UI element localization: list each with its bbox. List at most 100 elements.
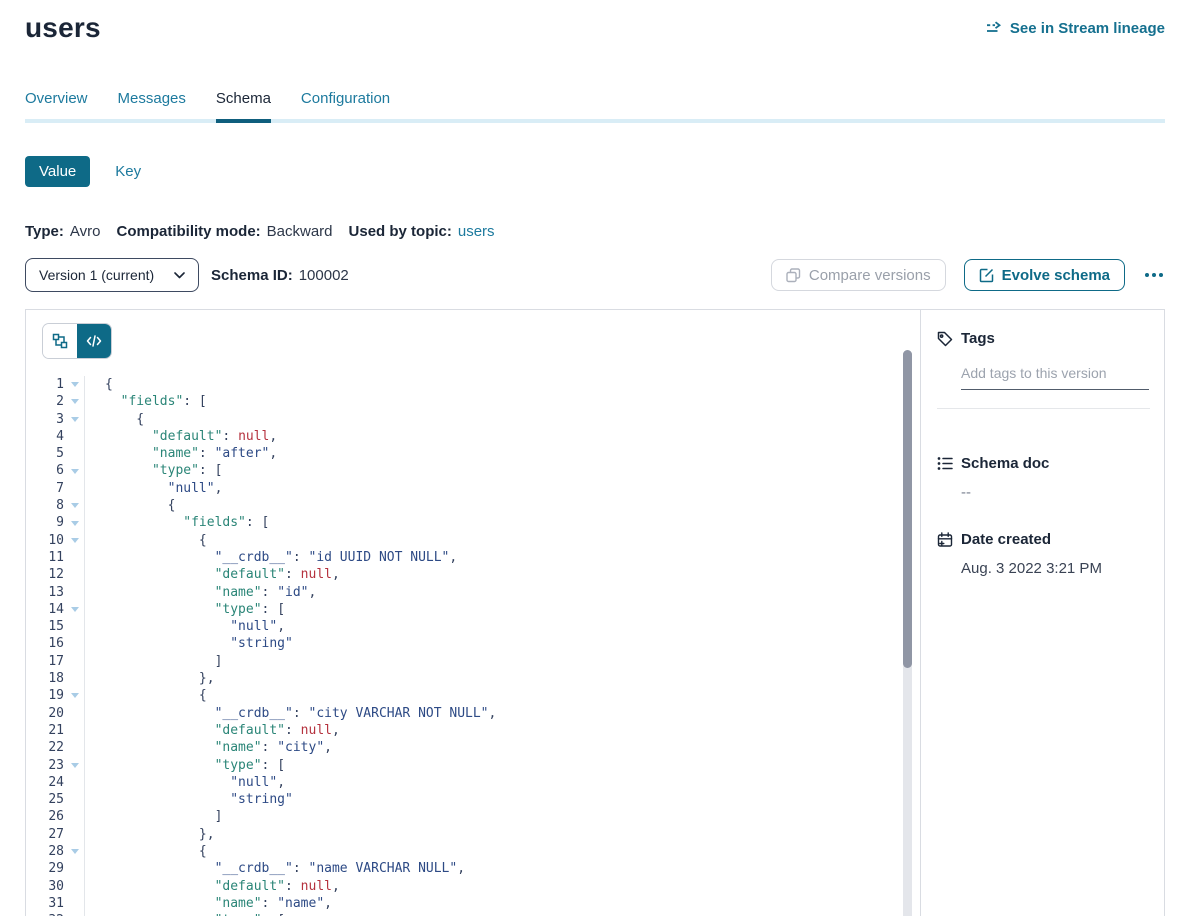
code-text: "name": "after", bbox=[85, 445, 277, 462]
view-mode-segmented-control bbox=[43, 324, 111, 358]
fold-spacer bbox=[64, 653, 85, 670]
tags-heading: Tags bbox=[961, 330, 995, 347]
tab-schema[interactable]: Schema bbox=[216, 90, 271, 123]
page-title: users bbox=[25, 12, 101, 44]
tab-bar: Overview Messages Schema Configuration bbox=[25, 90, 1165, 123]
line-number: 12 bbox=[26, 566, 64, 583]
compare-versions-button[interactable]: Compare versions bbox=[771, 259, 946, 291]
fold-spacer bbox=[64, 480, 85, 497]
fold-spacer bbox=[64, 584, 85, 601]
fold-arrow-icon[interactable] bbox=[64, 497, 85, 514]
code-line: 12 "default": null, bbox=[26, 566, 920, 583]
code-text: "string" bbox=[85, 791, 293, 808]
code-line: 7 "null", bbox=[26, 480, 920, 497]
fold-arrow-icon[interactable] bbox=[64, 514, 85, 531]
schema-page: users See in Stream lineage Overview Mes… bbox=[0, 0, 1189, 916]
tab-messages[interactable]: Messages bbox=[118, 90, 186, 123]
code-line: 24 "null", bbox=[26, 774, 920, 791]
code-line: 16 "string" bbox=[26, 635, 920, 652]
stream-lineage-link[interactable]: See in Stream lineage bbox=[986, 20, 1165, 37]
value-key-toggle: Value Key bbox=[25, 156, 1165, 187]
compatibility-value: Backward bbox=[267, 223, 333, 240]
line-number: 6 bbox=[26, 462, 64, 479]
code-text: "name": "city", bbox=[85, 739, 332, 756]
key-toggle-button[interactable]: Key bbox=[115, 163, 141, 180]
code-text: "string" bbox=[85, 635, 293, 652]
line-number: 17 bbox=[26, 653, 64, 670]
editor-scrollbar-thumb[interactable] bbox=[903, 350, 912, 668]
tags-heading-row: Tags bbox=[937, 330, 1150, 347]
schema-controls-row: Version 1 (current) Schema ID: 100002 Co… bbox=[25, 258, 1165, 292]
code-text: { bbox=[85, 376, 113, 393]
code-text: "__crdb__": "name VARCHAR NULL", bbox=[85, 860, 465, 877]
type-label: Type: bbox=[25, 223, 64, 240]
version-select[interactable]: Version 1 (current) bbox=[25, 258, 199, 292]
fold-spacer bbox=[64, 618, 85, 635]
date-created-heading-row: Date created bbox=[937, 531, 1150, 548]
fold-arrow-icon[interactable] bbox=[64, 462, 85, 479]
line-number: 20 bbox=[26, 705, 64, 722]
fold-spacer bbox=[64, 774, 85, 791]
code-text: { bbox=[85, 532, 207, 549]
code-line: 17 ] bbox=[26, 653, 920, 670]
fold-arrow-icon[interactable] bbox=[64, 601, 85, 618]
fold-spacer bbox=[64, 428, 85, 445]
code-line: 21 "default": null, bbox=[26, 722, 920, 739]
fold-arrow-icon[interactable] bbox=[64, 687, 85, 704]
code-line: 3 { bbox=[26, 411, 920, 428]
stream-lineage-icon bbox=[986, 21, 1003, 35]
type-value: Avro bbox=[70, 223, 101, 240]
code-text: "null", bbox=[85, 774, 285, 791]
line-number: 8 bbox=[26, 497, 64, 514]
fold-arrow-icon[interactable] bbox=[64, 411, 85, 428]
line-number: 21 bbox=[26, 722, 64, 739]
fold-spacer bbox=[64, 860, 85, 877]
line-number: 27 bbox=[26, 826, 64, 843]
schema-meta-row: Type: Avro Compatibility mode: Backward … bbox=[25, 223, 1165, 240]
code-line: 23 "type": [ bbox=[26, 757, 920, 774]
code-line: 20 "__crdb__": "city VARCHAR NOT NULL", bbox=[26, 705, 920, 722]
code-line: 2 "fields": [ bbox=[26, 393, 920, 410]
code-line: 13 "name": "id", bbox=[26, 584, 920, 601]
fold-arrow-icon[interactable] bbox=[64, 376, 85, 393]
fold-spacer bbox=[64, 549, 85, 566]
code-line: 8 { bbox=[26, 497, 920, 514]
code-view-button[interactable] bbox=[77, 324, 111, 358]
fold-arrow-icon[interactable] bbox=[64, 912, 85, 916]
code-line: 18 }, bbox=[26, 670, 920, 687]
code-line: 27 }, bbox=[26, 826, 920, 843]
fold-arrow-icon[interactable] bbox=[64, 843, 85, 860]
code-editor[interactable]: 1{2 "fields": [3 {4 "default": null,5 "n… bbox=[26, 376, 920, 916]
editor-scrollbar-track[interactable] bbox=[903, 350, 912, 916]
schema-sidebar: Tags Schema doc -- bbox=[920, 310, 1164, 916]
code-line: 31 "name": "name", bbox=[26, 895, 920, 912]
code-line: 26 ] bbox=[26, 808, 920, 825]
line-number: 30 bbox=[26, 878, 64, 895]
code-text: "name": "name", bbox=[85, 895, 332, 912]
compare-versions-label: Compare versions bbox=[809, 267, 931, 284]
fold-spacer bbox=[64, 445, 85, 462]
schema-doc-heading: Schema doc bbox=[961, 455, 1049, 472]
fold-arrow-icon[interactable] bbox=[64, 393, 85, 410]
tab-overview[interactable]: Overview bbox=[25, 90, 88, 123]
fold-spacer bbox=[64, 895, 85, 912]
code-text: "__crdb__": "city VARCHAR NOT NULL", bbox=[85, 705, 496, 722]
evolve-schema-button[interactable]: Evolve schema bbox=[964, 259, 1125, 291]
more-options-icon[interactable] bbox=[1143, 269, 1165, 281]
line-number: 25 bbox=[26, 791, 64, 808]
fold-arrow-icon[interactable] bbox=[64, 532, 85, 549]
topic-link[interactable]: users bbox=[458, 223, 495, 240]
code-lines: 1{2 "fields": [3 {4 "default": null,5 "n… bbox=[26, 376, 920, 916]
tab-configuration[interactable]: Configuration bbox=[301, 90, 390, 123]
tree-view-button[interactable] bbox=[43, 324, 77, 358]
line-number: 18 bbox=[26, 670, 64, 687]
code-view-icon bbox=[86, 334, 102, 348]
value-toggle-button[interactable]: Value bbox=[25, 156, 90, 187]
fold-spacer bbox=[64, 635, 85, 652]
line-number: 29 bbox=[26, 860, 64, 877]
code-line: 1{ bbox=[26, 376, 920, 393]
add-tags-input[interactable] bbox=[961, 363, 1149, 390]
fold-arrow-icon[interactable] bbox=[64, 757, 85, 774]
fold-spacer bbox=[64, 878, 85, 895]
line-number: 4 bbox=[26, 428, 64, 445]
